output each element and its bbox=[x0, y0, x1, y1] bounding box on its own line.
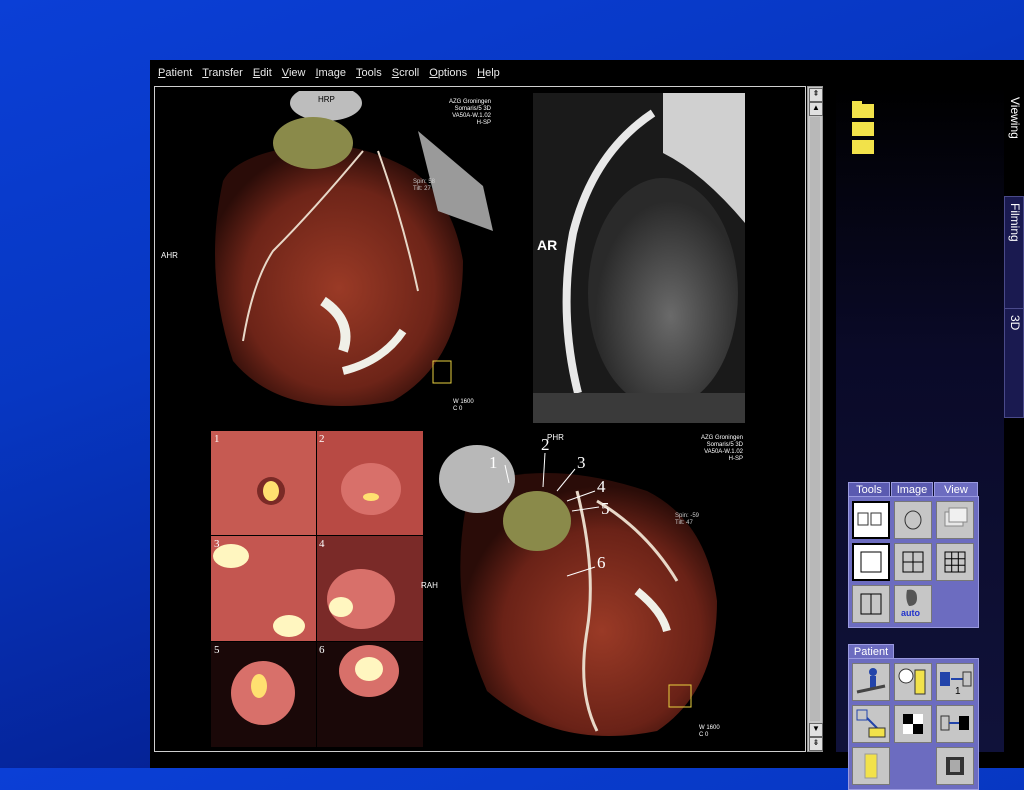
vessel-number: 2 bbox=[541, 435, 550, 454]
window-level-info: W 1600 C 0 bbox=[699, 725, 720, 738]
scroll-bottom-button[interactable]: ⇟ bbox=[809, 737, 823, 751]
spin-tilt-info: Spin: 58 Tilt: 27 bbox=[413, 179, 436, 192]
vessel-number: 4 bbox=[597, 477, 606, 496]
scroll-top-button[interactable]: ⇞ bbox=[809, 88, 823, 102]
layout-compare-button[interactable] bbox=[852, 501, 890, 539]
viewport-mpr[interactable]: AR bbox=[533, 93, 745, 423]
menu-view[interactable]: View bbox=[282, 67, 306, 79]
tab-patient[interactable]: Patient bbox=[848, 644, 894, 659]
clock-list-icon bbox=[898, 668, 926, 695]
auto-layout-icon bbox=[906, 589, 917, 606]
patient-checker-button[interactable] bbox=[894, 705, 932, 743]
cross-section-grid[interactable]: 1 2 3 4 5 6 bbox=[211, 431, 423, 747]
folder-icon[interactable] bbox=[850, 100, 880, 160]
menu-tools[interactable]: Tools bbox=[356, 67, 382, 79]
tab-tools[interactable]: Tools bbox=[848, 482, 890, 497]
layout-1x1-icon bbox=[860, 551, 882, 573]
vessel-number: 1 bbox=[489, 453, 498, 472]
patient-export-button[interactable] bbox=[936, 705, 974, 743]
orientation-side-label: RAH bbox=[421, 581, 438, 590]
layout-1x1-button[interactable] bbox=[852, 543, 890, 581]
layout-1x2-icon bbox=[860, 593, 882, 615]
layout-3x3-button[interactable] bbox=[936, 543, 974, 581]
tab-viewing[interactable]: Viewing bbox=[1004, 90, 1024, 198]
section-number: 6 bbox=[319, 644, 325, 656]
orientation-side-label: AHR bbox=[161, 251, 178, 260]
heart-render-anterior bbox=[215, 85, 493, 407]
patient-delete-button[interactable] bbox=[936, 747, 974, 785]
section-number: 3 bbox=[214, 538, 220, 550]
menu-image[interactable]: Image bbox=[315, 67, 346, 79]
layout-single-heart-button[interactable] bbox=[894, 501, 932, 539]
vessel-number: 3 bbox=[577, 453, 586, 472]
application-window: Patient Transfer Edit View Image Tools S… bbox=[150, 60, 1024, 790]
vertical-scrollbar[interactable]: ⇞ ▲ ▼ ⇟ bbox=[807, 86, 823, 752]
stack-icon bbox=[944, 507, 968, 527]
import-folder-icon bbox=[856, 709, 886, 738]
auto-layout-button[interactable]: auto bbox=[894, 585, 932, 623]
disk-icon bbox=[946, 757, 964, 775]
window-level-info: W 1600 C 0 bbox=[453, 399, 474, 412]
control-panel: Tools Image View auto Patient 1 bbox=[836, 86, 1004, 790]
list-icon bbox=[864, 753, 878, 779]
section-number: 1 bbox=[214, 433, 220, 445]
heart-outline-icon bbox=[904, 510, 922, 530]
tab-filming[interactable]: Filming bbox=[1004, 196, 1024, 310]
patient-schedule-button[interactable] bbox=[894, 663, 932, 701]
viewport-3d-anterior[interactable]: HRP AHR AZG Groningen Somaris/5 3D VA50A-… bbox=[161, 85, 493, 417]
study-info: AZG Groningen Somaris/5 3D VA50A-W.1.02 H-… bbox=[448, 99, 491, 126]
layout-2x2-button[interactable] bbox=[894, 543, 932, 581]
image-viewer[interactable]: HRP AHR AZG Groningen Somaris/5 3D VA50A-… bbox=[154, 85, 806, 752]
section-number: 5 bbox=[214, 644, 220, 656]
transfer-count: 1 bbox=[955, 686, 961, 697]
menu-help[interactable]: Help bbox=[477, 67, 500, 79]
tab-3d[interactable]: 3D bbox=[1004, 308, 1024, 418]
layout-2x2-icon bbox=[902, 551, 924, 573]
layout-1x2-button[interactable] bbox=[852, 585, 890, 623]
menu-patient[interactable]: Patient bbox=[158, 67, 192, 79]
menu-options[interactable]: Options bbox=[429, 67, 467, 79]
menu-transfer[interactable]: Transfer bbox=[202, 67, 243, 79]
section-number: 4 bbox=[319, 538, 325, 550]
patient-browser-button[interactable] bbox=[852, 663, 890, 701]
layout-stack-button[interactable] bbox=[936, 501, 974, 539]
viewport-3d-posterior[interactable]: PHR RAH AZG Groningen Somaris/5 3D VA50A-… bbox=[421, 431, 745, 747]
patient-transfer-button[interactable]: 1 bbox=[936, 663, 974, 701]
tab-image[interactable]: Image bbox=[891, 482, 933, 497]
vessel-number: 5 bbox=[601, 499, 610, 518]
tab-view[interactable]: View bbox=[934, 482, 978, 497]
vessel-number: 6 bbox=[597, 553, 606, 572]
menu-bar: Patient Transfer Edit View Image Tools S… bbox=[150, 60, 1024, 86]
patient-list-button[interactable] bbox=[852, 747, 890, 785]
section-number: 2 bbox=[319, 433, 325, 445]
menu-edit[interactable]: Edit bbox=[253, 67, 272, 79]
orientation-top-label: HRP bbox=[318, 95, 335, 104]
vessel-label: AR bbox=[537, 237, 558, 253]
patient-panel: 1 bbox=[848, 658, 979, 790]
heart-render-posterior bbox=[439, 445, 717, 736]
scroll-up-button[interactable]: ▲ bbox=[809, 102, 823, 116]
patient-import-button[interactable] bbox=[852, 705, 890, 743]
menu-scroll[interactable]: Scroll bbox=[392, 67, 420, 79]
view-layout-panel: auto bbox=[848, 496, 979, 628]
person-icon bbox=[856, 668, 886, 694]
checker-icon bbox=[903, 714, 923, 734]
auto-label: auto bbox=[901, 608, 920, 618]
cross-section-images bbox=[211, 431, 423, 747]
curved-mpr-image bbox=[533, 93, 745, 423]
export-grid-icon bbox=[940, 715, 969, 731]
layout-3x3-icon bbox=[944, 551, 966, 573]
heart-pair-icon bbox=[857, 512, 882, 526]
scroll-track[interactable] bbox=[810, 117, 820, 721]
spin-tilt-info: Spin: -59 Tilt: 47 bbox=[675, 513, 700, 526]
scroll-down-button[interactable]: ▼ bbox=[809, 723, 823, 737]
study-info: AZG Groningen Somaris/5 3D VA50A-W.1.02 H-… bbox=[700, 435, 743, 462]
orientation-top-label: PHR bbox=[547, 433, 564, 442]
